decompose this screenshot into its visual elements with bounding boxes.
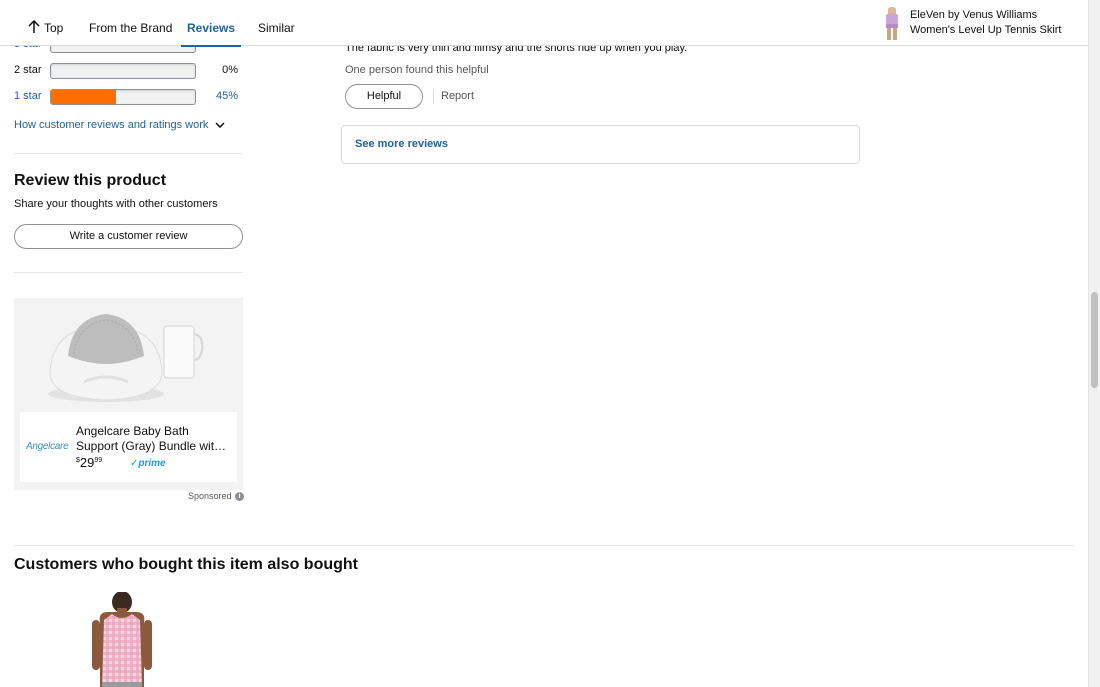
nav-product-link[interactable]: EleVen by Venus Williams Women's Level U… xyxy=(881,5,1081,41)
ad-product-title[interactable]: Angelcare Baby Bath Support (Gray) Bundl… xyxy=(76,424,232,454)
tab-from-the-brand[interactable]: From the Brand xyxy=(89,0,172,45)
helpful-button[interactable]: Helpful xyxy=(345,84,423,109)
divider xyxy=(14,545,1075,546)
tab-similar[interactable]: Similar xyxy=(258,0,295,45)
tab-reviews[interactable]: Reviews xyxy=(181,0,241,47)
histogram-bar xyxy=(50,89,196,105)
histogram-percent: 45% xyxy=(215,90,238,102)
helpful-count: One person found this helpful xyxy=(345,64,489,76)
page-scrollbar[interactable] xyxy=(1088,0,1100,687)
histogram-fill xyxy=(51,90,116,104)
tank-top-product-image[interactable] xyxy=(82,592,162,687)
histogram-percent: 0% xyxy=(222,64,238,76)
write-review-button[interactable]: Write a customer review xyxy=(14,224,243,249)
ratings-info-label: How customer reviews and ratings work xyxy=(14,119,209,131)
see-more-reviews-button[interactable]: See more reviews xyxy=(341,125,860,164)
review-product-heading: Review this product xyxy=(14,172,167,189)
sponsored-ad[interactable]: Angelcare Angelcare Baby Bath Support (G… xyxy=(14,298,243,490)
divider xyxy=(433,89,434,104)
see-more-reviews-label: See more reviews xyxy=(355,138,448,150)
ad-price: $2999 xyxy=(76,455,103,470)
arrow-up-icon xyxy=(28,20,40,33)
divider xyxy=(14,153,243,154)
histogram-label: 1 star xyxy=(14,90,42,102)
top-label: Top xyxy=(44,21,64,35)
divider xyxy=(14,272,243,273)
scrollbar-thumb[interactable] xyxy=(1091,292,1098,388)
histogram-label: 2 star xyxy=(14,64,42,76)
also-bought-heading: Customers who bought this item also boug… xyxy=(14,556,358,573)
ad-card: Angelcare Angelcare Baby Bath Support (G… xyxy=(20,412,237,482)
angelcare-logo: Angelcare xyxy=(26,441,69,452)
review-product-subtext: Share your thoughts with other customers xyxy=(14,198,218,210)
report-link[interactable]: Report xyxy=(441,90,474,102)
nav-product-brand: EleVen by Venus Williams xyxy=(910,9,1038,21)
product-thumbnail xyxy=(886,7,898,40)
nav-product-name: Women's Level Up Tennis Skirt xyxy=(910,24,1062,36)
sponsored-label[interactable]: Sponsored i xyxy=(188,491,245,502)
chevron-down-icon xyxy=(215,122,225,128)
info-icon: i xyxy=(235,492,245,502)
back-to-top-link[interactable]: Top xyxy=(28,0,63,45)
prime-badge: ✓prime xyxy=(130,458,166,469)
ratings-info-link[interactable]: How customer reviews and ratings work xyxy=(14,119,225,131)
histogram-bar xyxy=(50,63,196,79)
sticky-nav-bar: Top From the Brand Reviews Similar EleVe… xyxy=(0,0,1088,47)
baby-bath-support-image xyxy=(48,314,204,402)
